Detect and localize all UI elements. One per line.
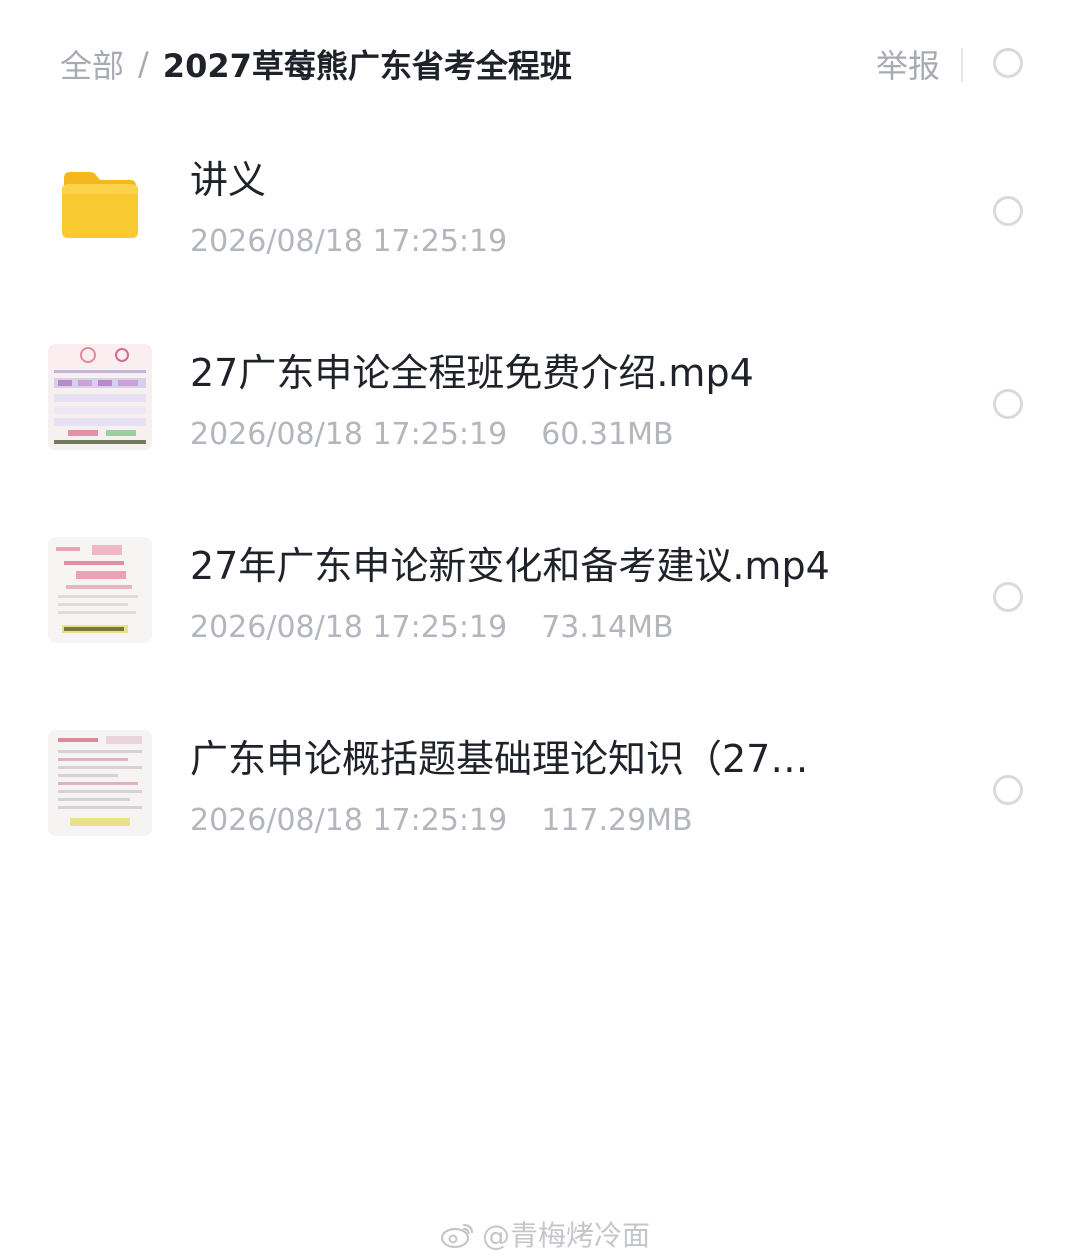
file-date: 2026/08/18 17:25:19 bbox=[190, 416, 508, 452]
video-thumbnail bbox=[48, 537, 152, 643]
file-size: 117.29MB bbox=[541, 802, 693, 838]
file-date: 2026/08/18 17:25:19 bbox=[190, 802, 508, 838]
file-size: 73.14MB bbox=[541, 609, 674, 645]
list-item[interactable]: 27年广东申论新变化和备考建议.mp4 2026/08/18 17:25:19 … bbox=[0, 504, 1080, 697]
video-thumbnail bbox=[48, 730, 152, 836]
breadcrumb-current: 2027草莓熊广东省考全程班 bbox=[162, 47, 572, 85]
file-meta: 2026/08/18 17:25:19 bbox=[190, 216, 507, 266]
breadcrumb-separator: / bbox=[138, 45, 149, 83]
watermark-text: @青梅烤冷面 bbox=[482, 1219, 651, 1252]
report-button[interactable]: 举报 bbox=[876, 38, 940, 90]
header-bar: 全部 / 2027草莓熊广东省考全程班 举报 bbox=[0, 0, 1080, 128]
file-name: 广东申论概括题基础理论知识（27… bbox=[190, 737, 809, 781]
list-item[interactable]: 27广东申论全程班免费介绍.mp4 2026/08/18 17:25:19 60… bbox=[0, 311, 1080, 504]
file-date: 2026/08/18 17:25:19 bbox=[190, 223, 508, 259]
file-meta: 2026/08/18 17:25:19 73.14MB bbox=[190, 602, 674, 652]
file-name: 讲义 bbox=[190, 158, 267, 202]
breadcrumb: 全部 / 2027草莓熊广东省考全程班 bbox=[60, 38, 572, 90]
breadcrumb-root[interactable]: 全部 bbox=[60, 41, 124, 87]
weibo-icon bbox=[440, 1223, 474, 1249]
select-radio[interactable] bbox=[993, 389, 1023, 419]
video-thumbnail bbox=[48, 344, 152, 450]
watermark: @青梅烤冷面 bbox=[440, 1214, 650, 1254]
file-size: 60.31MB bbox=[541, 416, 674, 452]
select-radio[interactable] bbox=[993, 775, 1023, 805]
select-radio[interactable] bbox=[993, 196, 1023, 226]
file-name: 27年广东申论新变化和备考建议.mp4 bbox=[190, 544, 830, 588]
select-radio[interactable] bbox=[993, 582, 1023, 612]
select-all-radio[interactable] bbox=[993, 48, 1023, 78]
file-meta: 2026/08/18 17:25:19 117.29MB bbox=[190, 795, 693, 845]
file-date: 2026/08/18 17:25:19 bbox=[190, 609, 508, 645]
list-item[interactable]: 广东申论概括题基础理论知识（27… 2026/08/18 17:25:19 11… bbox=[0, 697, 1080, 890]
file-meta: 2026/08/18 17:25:19 60.31MB bbox=[190, 409, 674, 459]
folder-icon bbox=[62, 172, 138, 238]
file-name: 27广东申论全程班免费介绍.mp4 bbox=[190, 351, 754, 395]
list-item[interactable]: 讲义 2026/08/18 17:25:19 bbox=[0, 118, 1080, 311]
header-divider bbox=[961, 48, 963, 82]
